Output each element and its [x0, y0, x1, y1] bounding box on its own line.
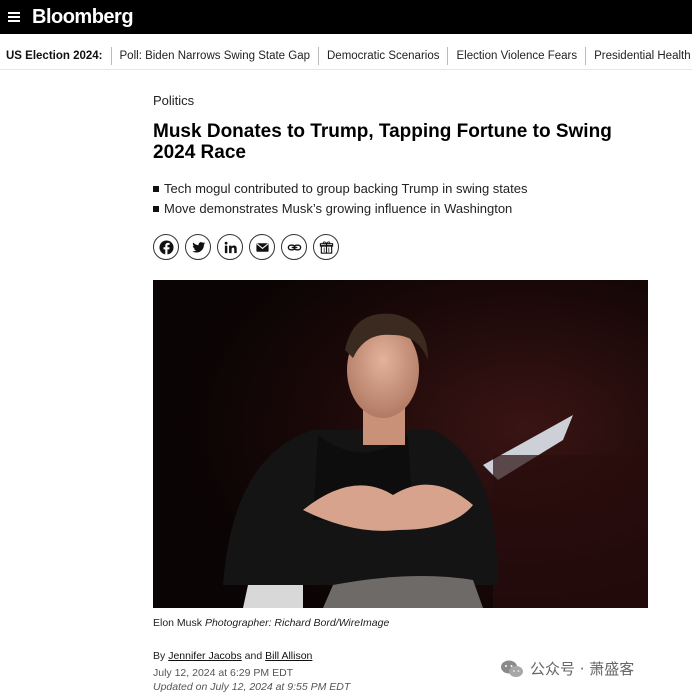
link-icon[interactable] [281, 234, 307, 260]
headline: Musk Donates to Trump, Tapping Fortune t… [153, 121, 612, 163]
hamburger-menu-icon[interactable] [8, 12, 20, 22]
photo-caption: Elon Musk Photographer: Richard Bord/Wir… [153, 617, 389, 629]
author-link-allison[interactable]: Bill Allison [265, 650, 312, 662]
share-bar [153, 234, 339, 260]
watermark-text: 公众号 · 萧盛客 [530, 660, 635, 678]
article-photo [153, 280, 648, 608]
gift-icon[interactable] [313, 234, 339, 260]
top-bar: Bloomberg [0, 0, 692, 34]
bullet-text: Tech mogul contributed to group backing … [164, 181, 528, 196]
bloomberg-logo[interactable]: Bloomberg [32, 6, 134, 29]
caption-credit: Photographer: Richard Bord/WireImage [204, 617, 390, 629]
wechat-watermark: 公众号 · 萧盛客 [500, 658, 634, 679]
email-icon[interactable] [249, 234, 275, 260]
nav-label: US Election 2024: [6, 49, 103, 62]
caption-name: Elon Musk [153, 617, 203, 629]
facebook-icon[interactable] [153, 234, 179, 260]
nav-item-democratic-scenarios[interactable]: Democratic Scenarios [318, 46, 447, 65]
bullet-text: Move demonstrates Musk’s growing influen… [164, 201, 513, 216]
author-link-jacobs[interactable]: Jennifer Jacobs [168, 650, 242, 662]
nav-item-presidential-health[interactable]: Presidential Health [585, 46, 692, 65]
section-kicker[interactable]: Politics [153, 93, 653, 108]
nav-item-poll[interactable]: Poll: Biden Narrows Swing State Gap [110, 46, 318, 65]
byline-and: and [244, 650, 263, 662]
byline-prefix: By [153, 650, 166, 662]
updated-date: Updated on July 12, 2024 at 9:55 PM EDT [153, 681, 351, 693]
bullet-item: Move demonstrates Musk’s growing influen… [153, 199, 527, 219]
bullet-square-icon [153, 186, 159, 192]
bullet-square-icon [153, 206, 159, 212]
photo-illustration [153, 280, 648, 608]
published-date: July 12, 2024 at 6:29 PM EDT [153, 667, 294, 679]
byline: By Jennifer Jacobs and Bill Allison [153, 650, 312, 662]
article-header: Politics Musk Donates to Trump, Tapping … [153, 93, 653, 260]
summary-bullets: Tech mogul contributed to group backing … [153, 179, 527, 219]
election-nav-bar: US Election 2024: Poll: Biden Narrows Sw… [0, 42, 692, 70]
nav-item-election-violence[interactable]: Election Violence Fears [447, 46, 585, 65]
twitter-icon[interactable] [185, 234, 211, 260]
bullet-item: Tech mogul contributed to group backing … [153, 179, 527, 199]
linkedin-icon[interactable] [217, 234, 243, 260]
wechat-icon [501, 660, 523, 677]
